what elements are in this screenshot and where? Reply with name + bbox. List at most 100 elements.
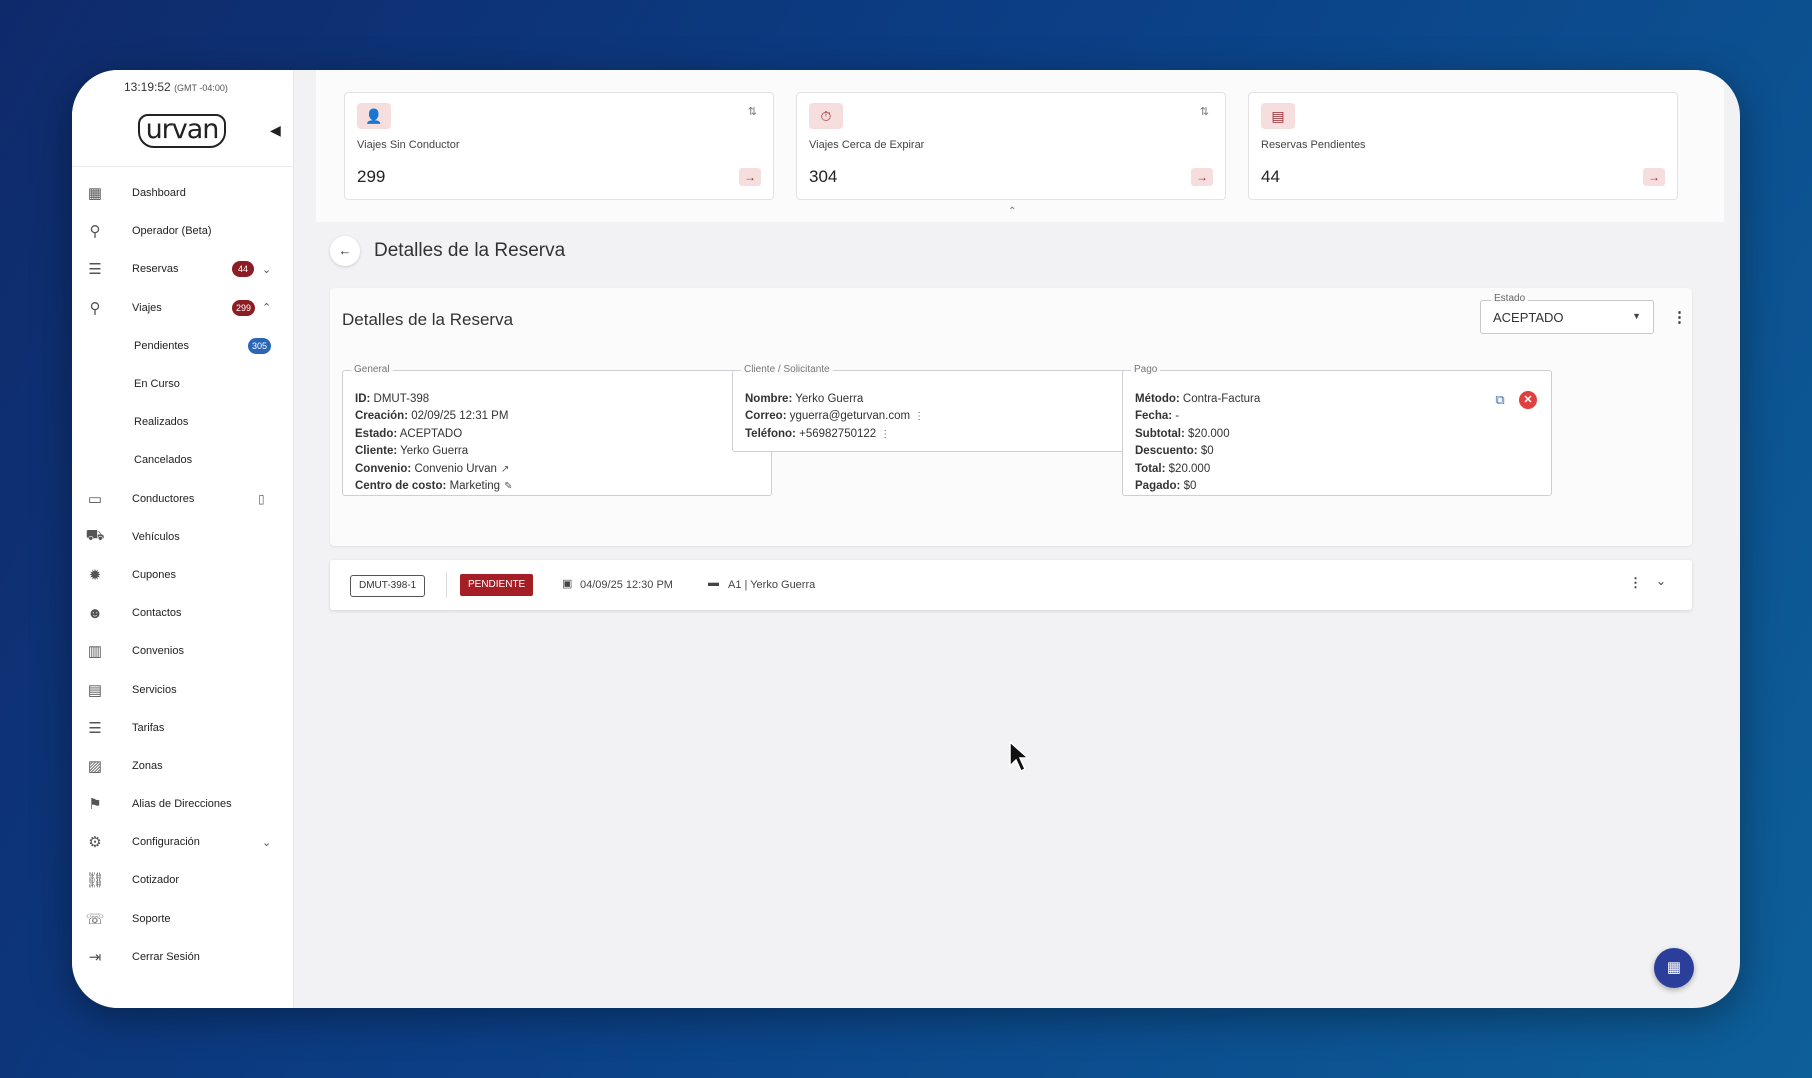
collapse-kpis-icon[interactable]: ⌃: [1008, 206, 1016, 217]
sidebar-item-contactos[interactable]: ☻ Contactos: [72, 594, 294, 632]
reservas-count-badge: 44: [232, 261, 254, 278]
chevron-down-icon[interactable]: ⌄: [262, 263, 271, 276]
sidebar-item-cotizador[interactable]: ⛓ Cotizador: [72, 861, 294, 899]
card-title: Detalles de la Reserva: [342, 310, 514, 329]
more-options-icon[interactable]: ⋮: [880, 429, 890, 440]
trip-date: 04/09/25 12:30 PM: [580, 579, 673, 591]
kpi-card-reservas-pendientes: ▤ Reservas Pendientes 44 →: [1248, 92, 1678, 200]
edit-payment-icon[interactable]: ⧉: [1491, 391, 1509, 409]
sidebar-item-conductores[interactable]: ▭ Conductores ▯: [72, 480, 294, 518]
payment-subtotal: $20.000: [1188, 427, 1230, 440]
sidebar-item-dashboard[interactable]: ▦ Dashboard: [72, 174, 294, 212]
section-legend: Pago: [1131, 364, 1161, 375]
sidebar-item-viajes[interactable]: ⚲ Viajes 299 ⌃: [72, 289, 294, 327]
cancel-payment-icon[interactable]: ✕: [1519, 391, 1537, 409]
app-window: 13:19:52 (GMT -04:00) urvan ◀ ▦ Dashboar…: [72, 70, 1740, 1008]
brand-logo[interactable]: urvan: [138, 114, 226, 148]
sidebar-item-cupones[interactable]: ✹ Cupones: [72, 556, 294, 594]
kpi-title: Viajes Sin Conductor: [357, 139, 460, 151]
trip-code-chip[interactable]: DMUT-398-1: [350, 575, 426, 597]
trip-status-badge: PENDIENTE: [460, 574, 534, 596]
reservation-status: ACEPTADO: [399, 427, 463, 440]
route-icon: ⚲: [89, 223, 101, 241]
sidebar-nav: ▦ Dashboard ⚲ Operador (Beta) ☰ Reservas…: [72, 174, 294, 976]
sidebar-item-configuracion[interactable]: ⚙ Configuración ⌄: [72, 823, 294, 861]
sidebar-item-label: Cancelados: [134, 454, 193, 467]
arrow-right-icon[interactable]: →: [1643, 168, 1665, 186]
sidebar-item-cancelados[interactable]: Cancelados: [72, 441, 294, 479]
logout-icon: ⇥: [88, 948, 102, 966]
general-estado-row: Estado: ACEPTADO: [355, 427, 463, 440]
chevron-down-icon[interactable]: ⌄: [1656, 574, 1666, 588]
sidebar-item-alias-direcciones[interactable]: ⚑ Alias de Direcciones: [72, 785, 294, 823]
section-legend: General: [351, 364, 393, 375]
sidebar-item-servicios[interactable]: ▤ Servicios: [72, 670, 294, 708]
kpi-card-viajes-cerca-expirar: ⏱ ⇅ Viajes Cerca de Expirar 304 →: [796, 92, 1226, 200]
trip-row[interactable]: DMUT-398-1 PENDIENTE ▣ 04/09/25 12:30 PM…: [330, 560, 1692, 610]
apps-grid-button[interactable]: ▦: [1654, 948, 1694, 988]
sidebar-item-vehiculos[interactable]: ⛟ Vehículos: [72, 518, 294, 556]
sidebar-item-soporte[interactable]: ☏ Soporte: [72, 900, 294, 938]
open-external-icon[interactable]: ↗: [501, 464, 509, 475]
badge-icon: ✹: [88, 566, 102, 584]
sort-icon[interactable]: ⇅: [748, 105, 757, 118]
payment-paid: $0: [1183, 480, 1197, 493]
sidebar-item-cerrar-sesion[interactable]: ⇥ Cerrar Sesión: [72, 938, 294, 976]
driver-card-icon: ▬: [708, 577, 719, 589]
clock-time: 13:19:52: [124, 80, 171, 94]
more-options-icon[interactable]: ⋮: [1672, 308, 1687, 326]
map-icon[interactable]: ▯: [258, 492, 265, 506]
reservation-details-card: Detalles de la Reserva Estado ACEPTADO ▼…: [330, 288, 1692, 546]
map-add-icon: ▨: [87, 757, 103, 775]
general-cliente-row: Cliente: Yerko Guerra: [355, 445, 469, 458]
sidebar-item-realizados[interactable]: Realizados: [72, 403, 294, 441]
sidebar-item-label: Convenios: [132, 645, 184, 658]
estado-select[interactable]: Estado ACEPTADO ▼: [1480, 293, 1654, 334]
payment-subtotal-row: Subtotal: $20.000: [1135, 427, 1230, 440]
sidebar-item-label: Zonas: [132, 759, 163, 772]
sidebar-item-reservas[interactable]: ☰ Reservas 44 ⌄: [72, 250, 294, 288]
pin-icon: ⚑: [88, 796, 102, 814]
sidebar-item-zonas[interactable]: ▨ Zonas: [72, 747, 294, 785]
link-icon: ⛓: [85, 872, 105, 890]
client-nombre-row: Nombre: Yerko Guerra: [745, 393, 864, 405]
gear-icon: ⚙: [88, 834, 102, 852]
payment-metodo-row: Método: Contra-Factura: [1135, 393, 1261, 405]
sidebar-item-label: Configuración: [132, 836, 200, 849]
page-title: Detalles de la Reserva: [374, 240, 566, 261]
payment-section: Pago ⧉ ✕ Método: Contra-Factura Fecha: -…: [1122, 364, 1552, 496]
id-card-icon: ▭: [87, 490, 103, 508]
arrow-right-icon[interactable]: →: [1191, 168, 1213, 186]
clock: 13:19:52 (GMT -04:00): [124, 80, 228, 94]
divider: [72, 166, 294, 167]
back-button[interactable]: ←: [330, 236, 360, 266]
sidebar-item-label: Operador (Beta): [132, 225, 212, 238]
divider: [446, 572, 447, 598]
client-section: Cliente / Solicitante Nombre: Yerko Guer…: [732, 364, 1162, 452]
estado-select-label: Estado: [1491, 293, 1529, 304]
chevron-down-icon[interactable]: ⌄: [262, 836, 271, 849]
list-icon: ▤: [1261, 103, 1295, 129]
edit-pencil-icon[interactable]: ✎: [504, 481, 512, 492]
support-icon: ☏: [85, 910, 105, 928]
more-options-icon[interactable]: ⋮: [914, 411, 924, 422]
sidebar-item-pendientes[interactable]: Pendientes 305: [72, 327, 294, 365]
convenio-name: Convenio Urvan: [414, 462, 497, 475]
dashboard-icon: ▦: [87, 185, 103, 203]
collapse-sidebar-icon[interactable]: ◀: [270, 122, 281, 139]
route-icon: ⚲: [89, 299, 101, 317]
chevron-up-icon[interactable]: ⌃: [262, 301, 271, 314]
payment-date: -: [1175, 410, 1180, 423]
client-name: Yerko Guerra: [795, 393, 864, 405]
sidebar-item-convenios[interactable]: ▥ Convenios: [72, 632, 294, 670]
sidebar-item-label: Tarifas: [132, 721, 165, 734]
general-id-row: ID: DMUT-398: [355, 393, 430, 405]
client-name: Yerko Guerra: [400, 445, 469, 458]
sort-icon[interactable]: ⇅: [1200, 105, 1209, 118]
sidebar-item-en-curso[interactable]: En Curso: [72, 365, 294, 403]
arrow-right-icon[interactable]: →: [739, 168, 761, 186]
more-options-icon[interactable]: ⋮: [1629, 575, 1642, 591]
person-off-icon: 👤: [357, 103, 391, 129]
sidebar-item-tarifas[interactable]: ☰ Tarifas: [72, 709, 294, 747]
sidebar-item-operador[interactable]: ⚲ Operador (Beta): [72, 212, 294, 250]
